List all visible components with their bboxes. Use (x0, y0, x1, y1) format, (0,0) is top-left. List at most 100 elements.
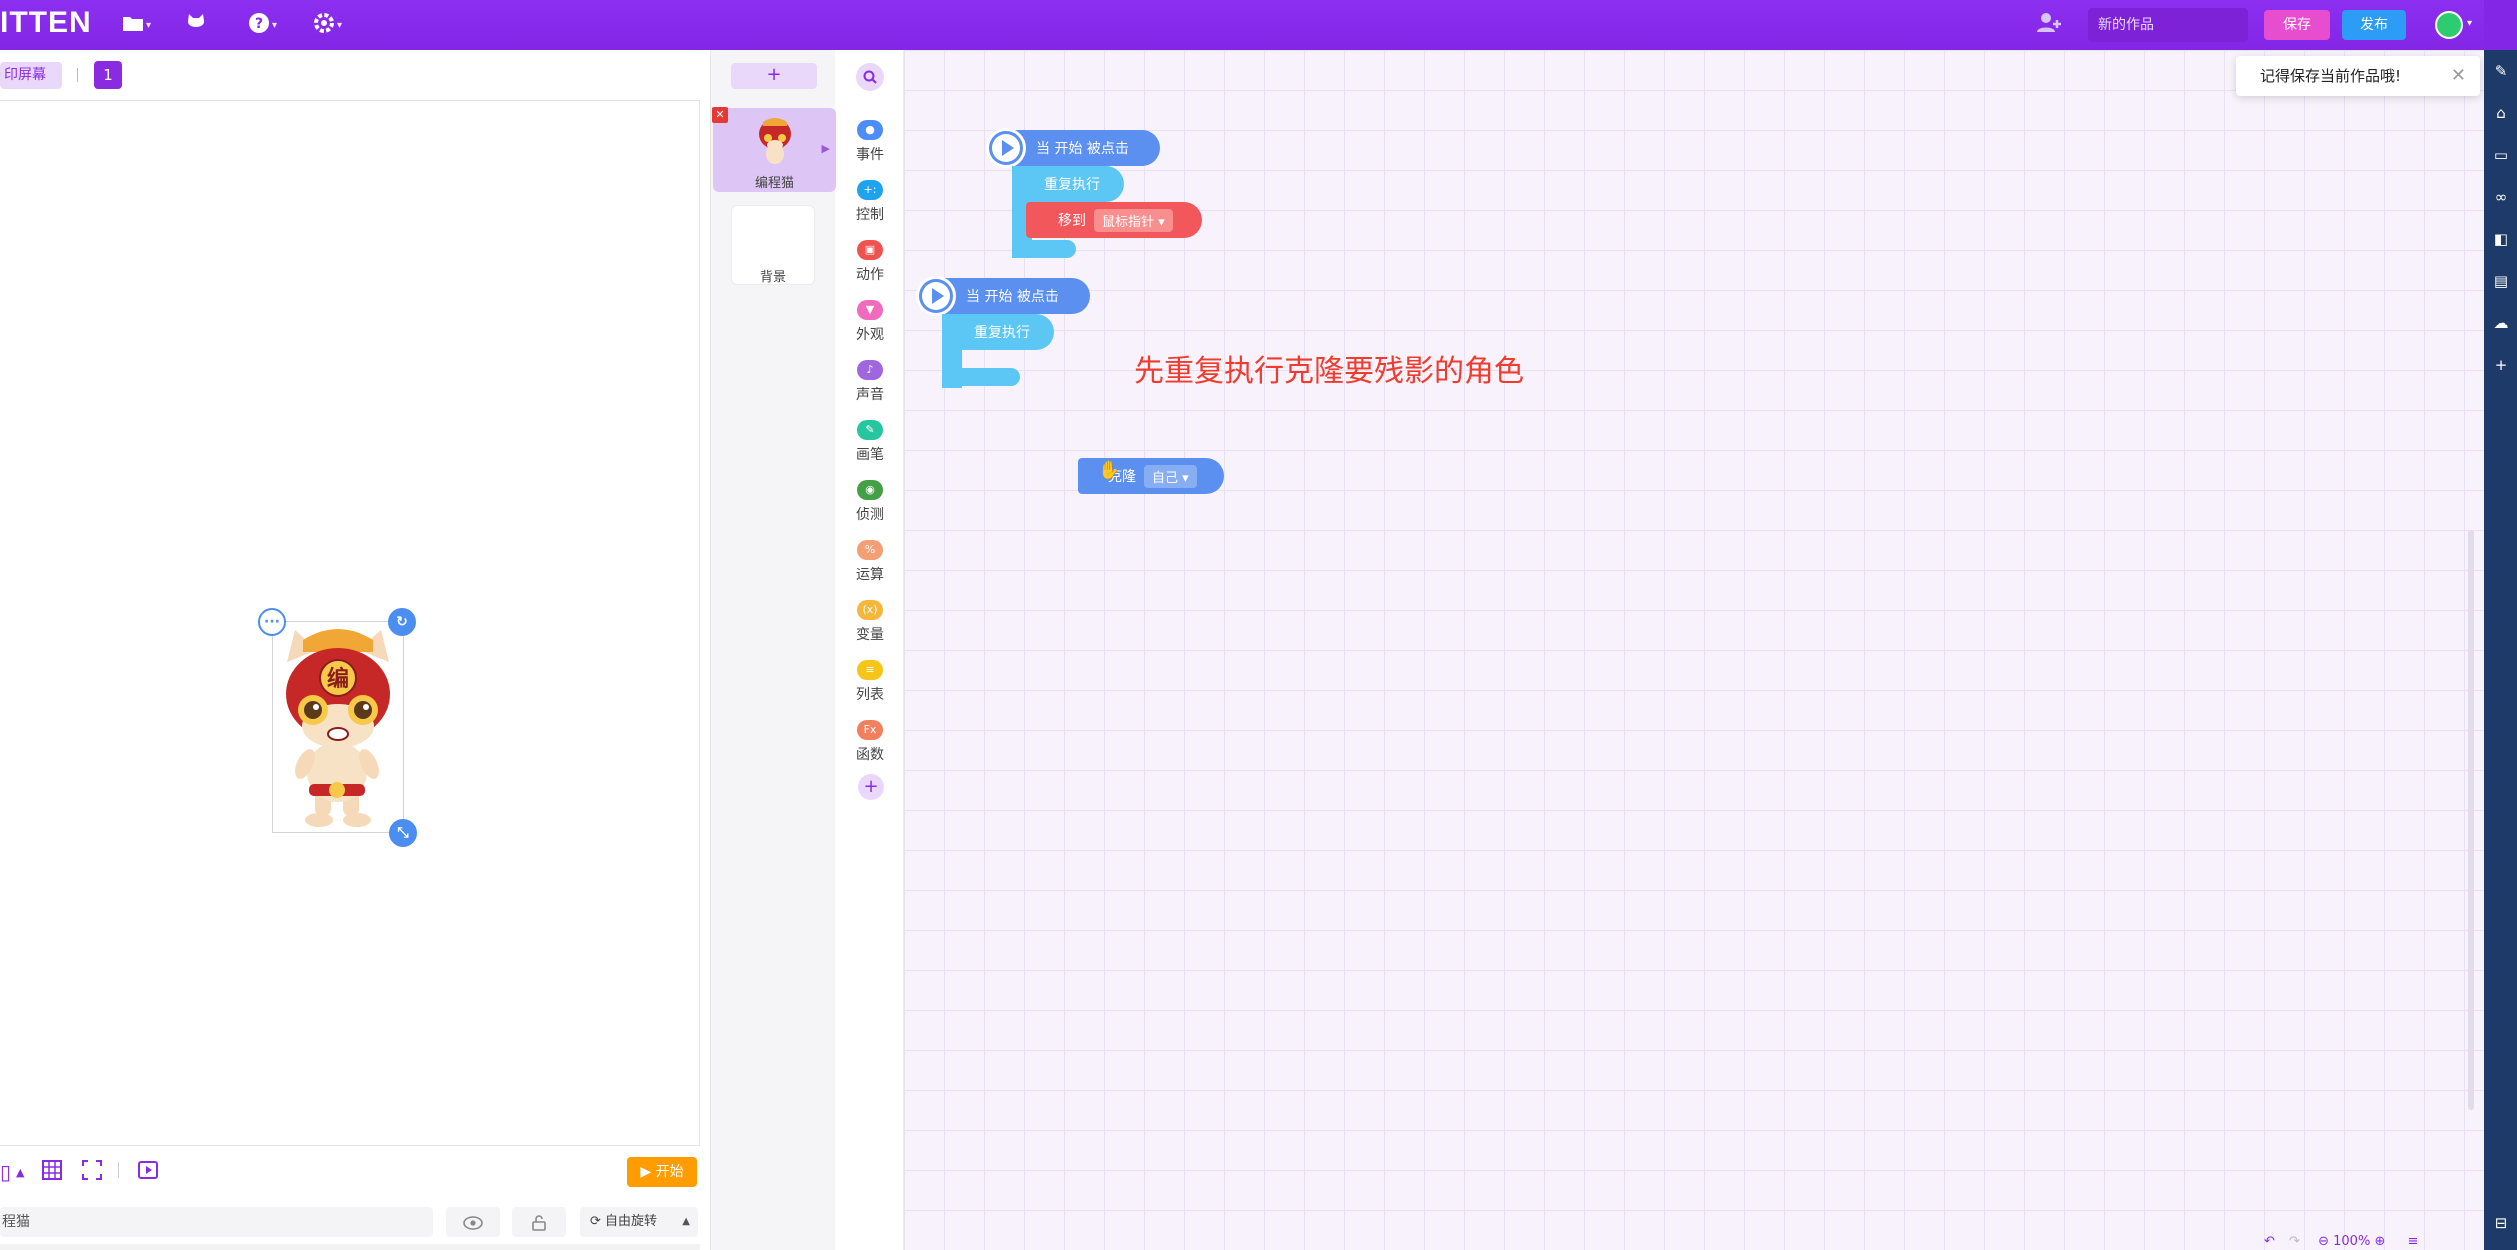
fullscreen-button[interactable]: 印屏幕 (0, 62, 62, 89)
block-label: 当 开始 被点击 (1036, 141, 1129, 157)
avatar[interactable] (2435, 11, 2463, 39)
cat-icon (185, 13, 207, 38)
grid-icon[interactable] (42, 1160, 62, 1185)
file-menu[interactable]: ▾ (122, 12, 151, 38)
category-label: 画笔 (856, 447, 884, 463)
category-item[interactable]: ✎ 画笔 (836, 420, 904, 464)
category-item[interactable]: ● 事件 (836, 120, 904, 164)
dropdown-value: 自己 (1152, 470, 1179, 486)
category-icon: % (857, 540, 883, 560)
right-tool-rail: ✎ ⌂ ▭ ∞ ◧ ▤ ☁ + ⊟ (2484, 50, 2517, 1250)
app-logo[interactable]: ITTEN (0, 6, 92, 40)
play-flag-icon (916, 276, 956, 316)
stage-canvas[interactable]: 编 ··· ↻ ⤡ (0, 100, 700, 1146)
start-button[interactable]: ▶ 开始 (627, 1157, 697, 1187)
zoom-controls: ↶ ↷ ⊖ 100% ⊕ ≡ (2264, 1234, 2418, 1249)
toast-message: 记得保存当前作品哦! (2260, 67, 2402, 85)
lock-toggle[interactable] (512, 1207, 566, 1237)
work-name-input[interactable]: 新的作品 (2088, 8, 2248, 42)
expand-icon[interactable] (82, 1160, 102, 1185)
chevron-down-icon[interactable]: ▾ (2467, 18, 2472, 29)
delete-sprite-icon[interactable]: ✕ (712, 107, 728, 123)
when-start-clicked-block[interactable]: 当 开始 被点击 (916, 276, 1090, 316)
clone-target-dropdown[interactable]: 自己 ▾ (1144, 464, 1197, 488)
zoom-out-icon[interactable]: ⊖ (2318, 1234, 2329, 1249)
rail-top (2484, 0, 2517, 50)
category-item[interactable]: ≡ 列表 (836, 660, 904, 704)
save-button[interactable]: 保存 (2264, 10, 2330, 40)
zoom-in-icon[interactable]: ⊕ (2374, 1234, 2385, 1249)
visibility-toggle[interactable] (446, 1207, 500, 1237)
add-sprite-button[interactable]: + (731, 63, 817, 89)
when-start-clicked-block[interactable]: 当 开始 被点击 (986, 128, 1160, 168)
record-icon[interactable] (138, 1160, 158, 1185)
add-icon[interactable]: + (2490, 356, 2512, 374)
category-icon: ● (857, 120, 883, 140)
caret-up-icon: ▲ (682, 1216, 690, 1227)
sync-icon[interactable]: ∞ (2490, 188, 2512, 206)
sprite-more-handle[interactable]: ··· (258, 608, 286, 636)
collapse-icon[interactable]: ⊟ (2490, 1214, 2512, 1232)
repeat-block-foot[interactable] (1012, 240, 1076, 258)
category-item[interactable]: ♪ 声音 (836, 360, 904, 404)
help-icon: ? (248, 12, 270, 39)
category-item[interactable]: Fx 函数 (836, 720, 904, 764)
category-label: 函数 (856, 747, 884, 763)
resize-handle-icon[interactable]: ⤡ (389, 819, 417, 847)
redo-icon[interactable]: ↷ (2289, 1234, 2300, 1249)
repeat-block-foot[interactable] (942, 368, 1020, 386)
workspace-comment[interactable]: 先重复执行克隆要残影的角色 (1134, 346, 1524, 390)
sprite-name-input[interactable]: 程猫 (0, 1207, 433, 1237)
eye-icon (463, 1212, 483, 1231)
selected-sprite-frame[interactable]: 编 (272, 621, 404, 833)
outlook-icon[interactable]: ◧ (2490, 230, 2512, 248)
tag-icon[interactable]: ⌂ (2490, 104, 2512, 122)
toolbox-icon[interactable]: ▭ (2490, 146, 2512, 164)
help-menu[interactable]: ? ▾ (248, 12, 277, 38)
account-menu[interactable] (185, 12, 207, 38)
rotation-mode-select[interactable]: ⟳ 自由旋转 ▲ (580, 1207, 698, 1237)
publish-button[interactable]: 发布 (2342, 10, 2406, 40)
background-label: 背景 (759, 270, 786, 285)
repeat-forever-block[interactable]: 重复执行 (1012, 166, 1124, 202)
background-card[interactable]: 背景 (731, 205, 815, 285)
rotate-handle-icon[interactable]: ↻ (388, 608, 416, 636)
category-label: 运算 (856, 567, 884, 583)
undo-icon[interactable]: ↶ (2264, 1234, 2275, 1249)
repeat-forever-block[interactable]: 重复执行 (942, 314, 1054, 350)
play-icon: ▶ (640, 1164, 652, 1180)
block-label: 移到 (1058, 213, 1086, 229)
add-user-icon[interactable] (2036, 12, 2062, 39)
category-item[interactable]: ▣ 动作 (836, 240, 904, 284)
category-label: 事件 (856, 147, 884, 163)
category-label: 外观 (856, 327, 884, 343)
category-item[interactable]: % 运算 (836, 540, 904, 584)
add-extension-button[interactable]: + (858, 774, 884, 800)
move-to-target-dropdown[interactable]: 鼠标指针 ▾ (1094, 208, 1173, 232)
category-label: 变量 (856, 627, 884, 643)
close-icon[interactable]: ✕ (2451, 56, 2466, 96)
cloud-icon[interactable]: ☁ (2490, 314, 2512, 332)
move-to-block[interactable]: 移到 鼠标指针 ▾ (1026, 202, 1202, 238)
caret-up-icon[interactable]: ▲ (16, 1166, 24, 1179)
office-icon[interactable]: ▤ (2490, 272, 2512, 290)
category-item[interactable]: ◉ 侦测 (836, 480, 904, 524)
category-item[interactable]: ▼ 外观 (836, 300, 904, 344)
coding-cat-sprite[interactable]: 编 (273, 622, 403, 832)
sprite-card[interactable]: ✕ ▶ 编程猫 (712, 107, 836, 192)
save-reminder-toast: 记得保存当前作品哦! ✕ (2236, 56, 2480, 96)
category-icon: Fx (857, 720, 883, 740)
settings-icon (313, 12, 335, 39)
screen-number-badge[interactable]: 1 (94, 61, 122, 89)
align-icon[interactable]: ≡ (2408, 1234, 2419, 1249)
search-icon[interactable] (856, 63, 884, 91)
block-category-column: ● 事件 +: 控制 ▣ 动作 ▼ 外观 ♪ 声音 ✎ 画笔 ◉ 侦测% 运算 (x) 变量 ≡ 列表 Fx 函数 + (836, 50, 904, 1250)
stage-size-icon[interactable]: ▯ (0, 1160, 11, 1184)
lock-icon (531, 1212, 547, 1231)
pen-icon[interactable]: ✎ (2490, 62, 2512, 80)
workspace-scrollbar[interactable] (2468, 530, 2474, 1110)
chevron-right-icon[interactable]: ▶ (822, 142, 830, 155)
settings-menu[interactable]: ▾ (313, 12, 342, 38)
category-item[interactable]: +: 控制 (836, 180, 904, 224)
category-item[interactable]: (x) 变量 (836, 600, 904, 644)
